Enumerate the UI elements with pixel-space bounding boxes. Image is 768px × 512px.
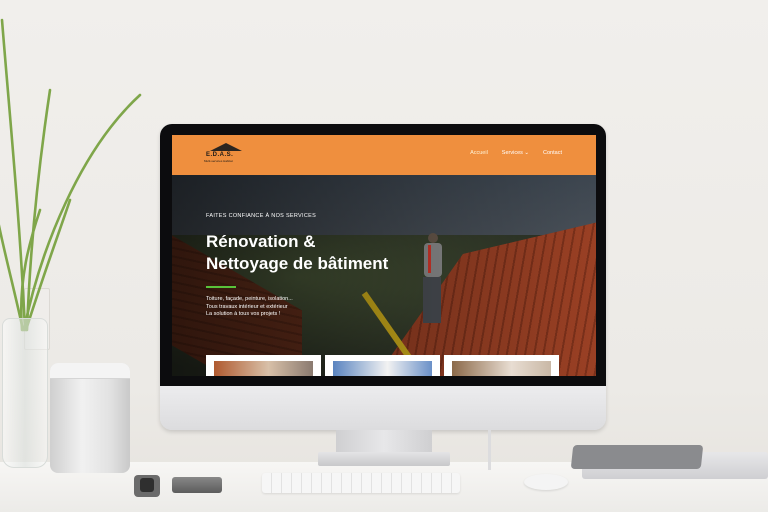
website-screen: E.D.A.S. Multi-services Habitat Accueil … — [172, 135, 596, 376]
hero-kicker: FAITES CONFIANCE À NOS SERVICES — [206, 213, 317, 219]
hero-divider — [206, 286, 236, 288]
nav-contact-link[interactable]: Contact — [543, 150, 562, 156]
main-menu: Accueil Services ⌄ Contact — [470, 150, 562, 156]
hero-overlay — [172, 175, 596, 376]
service-card[interactable] — [444, 355, 559, 376]
tablet — [570, 445, 704, 469]
service-card-image — [333, 361, 432, 376]
mouse — [524, 474, 568, 490]
chevron-down-icon: ⌄ — [524, 150, 530, 156]
hero-desc-line1: Toiture, façade, peinture, isolation... — [206, 296, 293, 302]
site-logo[interactable]: E.D.A.S. Multi-services Habitat — [204, 141, 260, 169]
nav-services-label: Services — [501, 150, 523, 156]
hero-headline-line2: Nettoyage de bâtiment — [206, 254, 389, 273]
hero-headline-line1: Rénovation & — [206, 232, 316, 251]
imac-stand-foot — [318, 452, 450, 466]
hero-desc-line3: La solution à tous vos projets ! — [206, 311, 281, 317]
site-header: E.D.A.S. Multi-services Habitat Accueil … — [172, 135, 596, 175]
glass-vase — [2, 318, 48, 468]
hero-desc-line2: Tous travaux intérieur et extérieur — [206, 303, 288, 310]
logo-subtext: Multi-services Habitat — [204, 159, 233, 163]
hero-headline: Rénovation & Nettoyage de bâtiment — [206, 231, 466, 275]
service-cards — [206, 355, 559, 376]
imac-chin — [160, 386, 606, 430]
hero-section: FAITES CONFIANCE À NOS SERVICES Rénovati… — [172, 175, 596, 376]
smartphone — [172, 477, 222, 493]
power-cable — [488, 430, 491, 470]
nav-accueil-link[interactable]: Accueil — [470, 150, 488, 156]
service-card[interactable] — [325, 355, 440, 376]
roof-icon — [210, 143, 242, 151]
service-card-image — [452, 361, 551, 376]
speaker — [50, 363, 130, 473]
keyboard — [262, 473, 460, 493]
nav-services-link[interactable]: Services ⌄ — [502, 150, 529, 156]
service-card-image — [214, 361, 313, 376]
hero-description: Toiture, façade, peinture, isolation... … — [206, 296, 406, 319]
imac-stand-neck — [336, 430, 432, 452]
speaker-top — [50, 363, 130, 379]
logo-text: E.D.A.S. — [206, 152, 234, 158]
smartwatch-face — [140, 478, 154, 492]
service-card[interactable] — [206, 355, 321, 376]
plant-decoration — [0, 18, 142, 332]
